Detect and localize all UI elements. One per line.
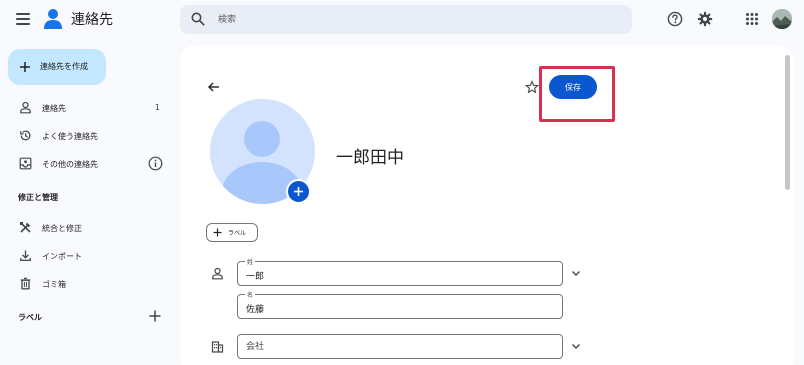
company-input[interactable] xyxy=(246,340,546,354)
contacts-logo-icon xyxy=(44,9,62,29)
photo-head-shape xyxy=(244,121,280,157)
star-icon[interactable] xyxy=(525,80,539,94)
menu-icon[interactable] xyxy=(16,13,30,25)
chevron-down-icon[interactable] xyxy=(570,267,582,279)
building-icon xyxy=(211,341,224,353)
first-name-label: 名 xyxy=(245,290,256,299)
add-label-chip[interactable]: ラベル xyxy=(206,223,258,242)
last-name-label: 姓 xyxy=(245,257,256,266)
sidebar-item-label: インポート xyxy=(42,252,82,261)
person-icon xyxy=(20,101,31,114)
chevron-down-icon[interactable] xyxy=(570,340,582,352)
create-contact-label: 連絡先を作成 xyxy=(40,62,88,71)
help-icon[interactable] xyxy=(667,11,683,27)
search-bar[interactable] xyxy=(180,5,632,34)
contact-count: 1 xyxy=(154,103,160,112)
gear-icon[interactable] xyxy=(697,11,713,27)
search-icon[interactable] xyxy=(191,12,205,26)
account-avatar[interactable] xyxy=(772,9,792,29)
section-header-manage: 修正と管理 xyxy=(18,193,58,202)
contact-name: 一郎田中 xyxy=(336,148,404,168)
trash-icon xyxy=(20,277,31,290)
apps-grid-icon[interactable] xyxy=(744,11,760,27)
sidebar-item-contacts[interactable]: 連絡先 1 xyxy=(8,96,168,120)
sidebar-item-label: よく使う連絡先 xyxy=(42,132,98,141)
sidebar-item-trash[interactable]: ゴミ箱 xyxy=(8,272,168,296)
sidebar-item-label: その他の連絡先 xyxy=(42,160,98,169)
back-arrow-icon[interactable] xyxy=(207,80,221,94)
history-icon xyxy=(20,130,31,141)
plus-icon xyxy=(20,62,30,72)
tools-icon xyxy=(20,222,31,233)
sidebar-item-other-contacts[interactable]: その他の連絡先 xyxy=(8,152,168,176)
first-name-value: 佐藤 xyxy=(246,305,265,315)
search-input[interactable] xyxy=(218,11,618,29)
sidebar-item-label: ゴミ箱 xyxy=(42,280,66,289)
info-icon[interactable] xyxy=(148,156,163,171)
sidebar-item-label: 統合と修正 xyxy=(42,224,82,233)
first-name-field[interactable]: 名 佐藤 xyxy=(237,290,563,319)
inbox-person-icon xyxy=(19,157,32,170)
last-name-value: 一郎 xyxy=(246,272,265,282)
save-button[interactable]: 保存 xyxy=(549,75,597,99)
sidebar-item-import[interactable]: インポート xyxy=(8,244,168,268)
add-photo-button[interactable] xyxy=(286,179,311,204)
section-header-labels: ラベル xyxy=(18,313,42,322)
download-icon xyxy=(20,250,31,262)
plus-icon xyxy=(294,187,303,196)
plus-icon xyxy=(213,228,222,237)
scrollbar[interactable] xyxy=(785,55,790,190)
last-name-field[interactable]: 姓 一郎 xyxy=(237,257,563,286)
person-icon xyxy=(212,267,223,280)
sidebar-item-frequent[interactable]: よく使う連絡先 xyxy=(8,124,168,148)
label-chip-text: ラベル xyxy=(228,230,247,237)
add-label-icon[interactable] xyxy=(148,309,162,323)
app-title: 連絡先 xyxy=(71,12,113,28)
create-contact-button[interactable]: 連絡先を作成 xyxy=(8,49,106,85)
sidebar-item-merge-fix[interactable]: 統合と修正 xyxy=(8,216,168,240)
sidebar-item-label: 連絡先 xyxy=(42,104,66,113)
company-field[interactable] xyxy=(237,334,563,359)
